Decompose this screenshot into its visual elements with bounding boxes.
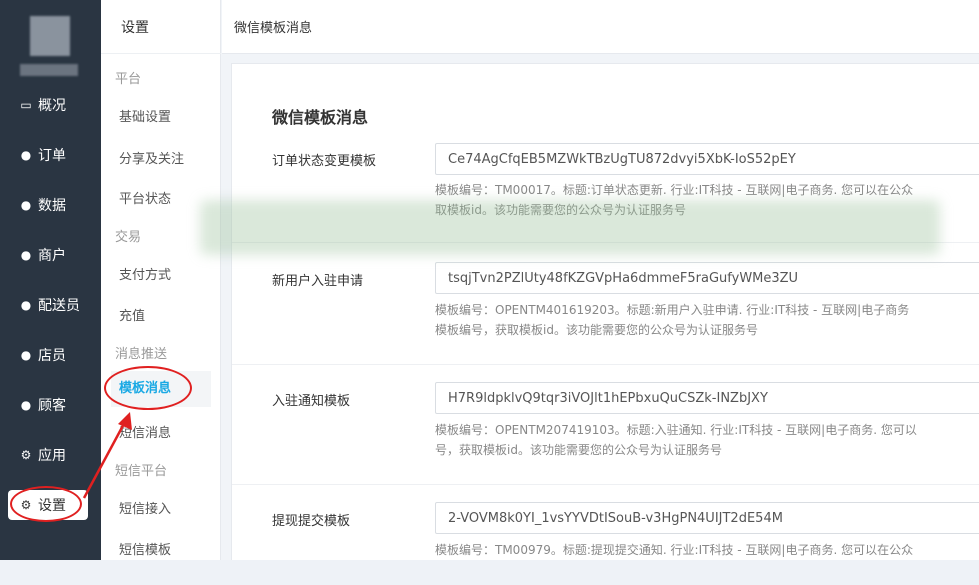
submenu-title: 设置 xyxy=(101,0,221,54)
new-user-application-hint-2: 模板编号，获取模板id。该功能需要您的公众号为认证服务号 xyxy=(435,323,758,337)
nav-item-label: 概况 xyxy=(38,98,66,114)
submenu-item-basic-settings[interactable]: 基础设置 xyxy=(119,106,171,125)
order-status-template-label: 订单状态变更模板 xyxy=(272,154,377,169)
onboarding-notice-hint: 模板编号：OPENTM207419103。标题:入驻通知. 行业:IT科技 - … xyxy=(435,423,917,437)
annotation-arrow-icon xyxy=(82,412,132,499)
submenu-item-sms-templates[interactable]: 短信模板 xyxy=(119,539,171,558)
nav-item-label: 应用 xyxy=(38,448,66,464)
header-title: 微信模板消息 xyxy=(234,21,313,36)
nav-item-label: 店员 xyxy=(38,348,66,364)
gear-icon: ⚙ xyxy=(20,448,32,462)
nav-item-data[interactable]: ● 数据 xyxy=(0,180,101,230)
order-status-template-input[interactable] xyxy=(435,143,979,175)
nav-item-merchants[interactable]: ● 商户 xyxy=(0,230,101,280)
user-icon: ● xyxy=(20,298,32,312)
onboarding-notice-input[interactable] xyxy=(435,382,979,414)
row-divider xyxy=(232,364,979,365)
withdrawal-template-hint: 模板编号：TM00979。标题:提现提交通知. 行业:IT科技 - 互联网|电子… xyxy=(435,543,914,557)
nav-item-orders[interactable]: ● 订单 xyxy=(0,130,101,180)
submenu-item-share-follow[interactable]: 分享及关注 xyxy=(119,148,184,167)
panel-title: 微信模板消息 xyxy=(272,108,369,127)
user-name-blurred xyxy=(20,64,78,76)
submenu-item-recharge[interactable]: 充值 xyxy=(119,305,145,324)
nav-item-overview[interactable]: ▭ 概况 xyxy=(0,80,101,130)
user-icon: ● xyxy=(20,198,32,212)
avatar[interactable] xyxy=(30,16,70,56)
submenu-item-payment-methods[interactable]: 支付方式 xyxy=(119,264,171,283)
annotation-circle-settings xyxy=(10,486,82,522)
template-settings-panel: 微信模板消息 订单状态变更模板 模板编号：TM00017。标题:订单状态更新. … xyxy=(231,63,979,560)
withdrawal-template-input[interactable] xyxy=(435,502,979,534)
withdrawal-template-label: 提现提交模板 xyxy=(272,514,351,529)
annotation-circle-template-messages xyxy=(104,366,192,410)
onboarding-notice-hint-2: 号，获取模板id。该功能需要您的公众号为认证服务号 xyxy=(435,443,722,457)
user-icon: ● xyxy=(20,148,32,162)
submenu-group-push: 消息推送 xyxy=(115,347,168,362)
nav-item-label: 数据 xyxy=(38,198,66,214)
nav-item-couriers[interactable]: ● 配送员 xyxy=(0,280,101,330)
nav-item-label: 商户 xyxy=(38,248,66,264)
new-user-application-label: 新用户入驻申请 xyxy=(272,274,364,289)
new-user-application-hint: 模板编号：OPENTM401619203。标题:新用户入驻申请. 行业:IT科技… xyxy=(435,303,910,317)
page-header: 微信模板消息 xyxy=(222,0,979,54)
row-divider xyxy=(232,484,979,485)
submenu-group-transaction: 交易 xyxy=(115,230,142,245)
nav-item-label: 顾客 xyxy=(38,398,66,414)
user-icon: ● xyxy=(20,398,32,412)
bottom-strip xyxy=(0,560,979,585)
nav-item-clerks[interactable]: ● 店员 xyxy=(0,330,101,380)
user-icon: ● xyxy=(20,348,32,362)
onboarding-notice-label: 入驻通知模板 xyxy=(272,394,351,409)
monitor-icon: ▭ xyxy=(20,98,32,112)
submenu-group-platform: 平台 xyxy=(115,72,142,87)
nav-item-label: 配送员 xyxy=(38,298,80,314)
submenu-item-platform-status[interactable]: 平台状态 xyxy=(119,188,171,207)
blurred-watermark xyxy=(200,200,940,255)
order-status-template-hint: 模板编号：TM00017。标题:订单状态更新. 行业:IT科技 - 互联网|电子… xyxy=(435,183,914,197)
new-user-application-input[interactable] xyxy=(435,262,979,294)
user-icon: ● xyxy=(20,248,32,262)
nav-item-label: 订单 xyxy=(38,148,66,164)
